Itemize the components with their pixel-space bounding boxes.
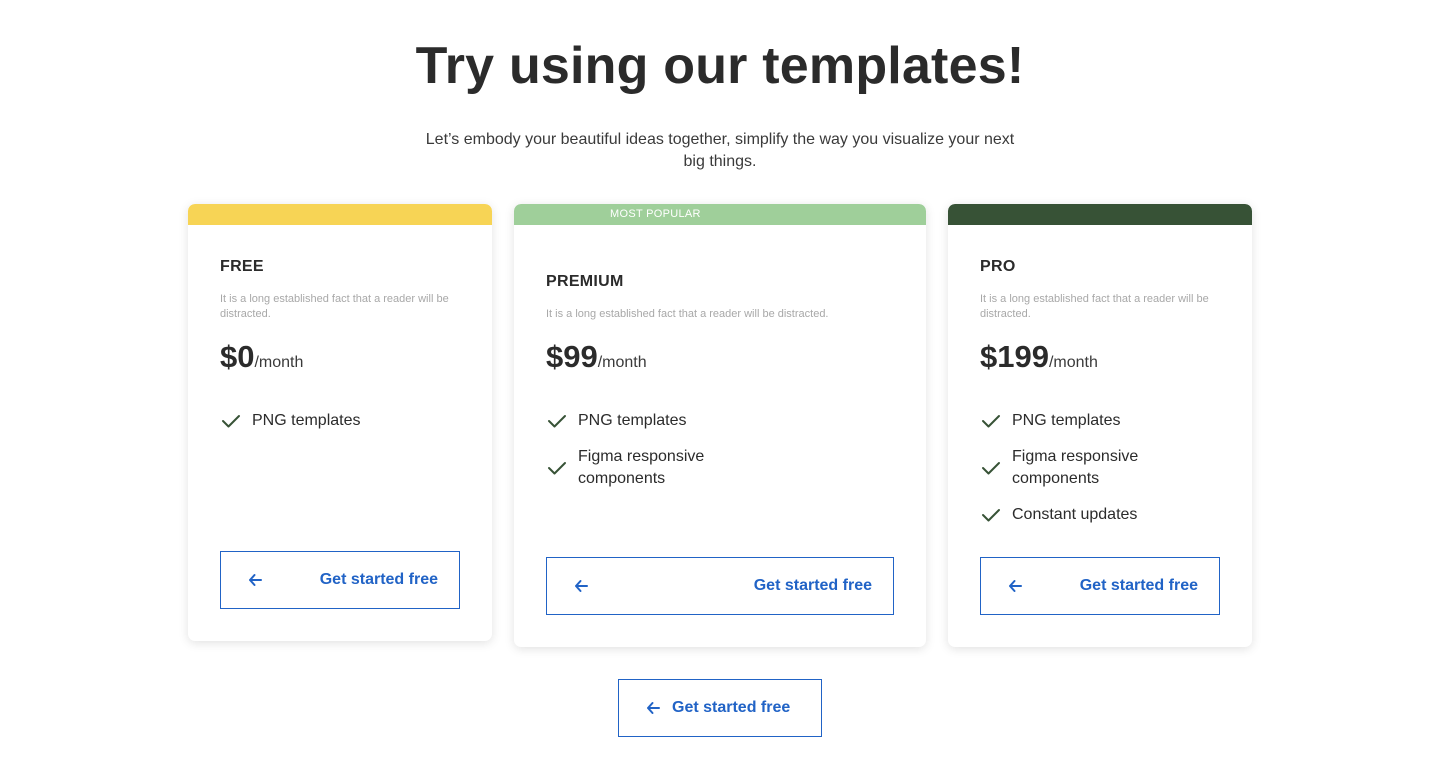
get-started-label: Get started free <box>319 571 438 588</box>
feature-label: PNG templates <box>252 412 361 429</box>
plan-band <box>948 204 1252 225</box>
price-amount: $0 <box>220 339 255 374</box>
arrow-left-icon <box>249 574 262 586</box>
price-period: /month <box>254 354 304 371</box>
page-title: Try using our templates! <box>415 37 1025 95</box>
check-icon <box>548 462 566 475</box>
plan-price: $199/month <box>980 339 1098 375</box>
pricing-page: Try using our templates! Let’s embody yo… <box>0 0 1440 771</box>
plan-name: PRO <box>980 258 1016 275</box>
get-started-button[interactable]: Get started free <box>546 557 894 615</box>
price-period: /month <box>597 354 647 371</box>
feature-item: Figma responsive components <box>546 446 746 490</box>
feature-list: PNG templates Figma responsive component… <box>980 410 1180 540</box>
feature-label: Figma responsive components <box>578 448 705 487</box>
check-icon <box>222 415 240 428</box>
plan-card-pro: PRO It is a long established fact that a… <box>948 204 1252 647</box>
plan-name: FREE <box>220 258 264 275</box>
arrow-left-icon <box>1009 580 1022 592</box>
feature-item: PNG templates <box>546 410 746 432</box>
get-started-button[interactable]: Get started free <box>980 557 1220 615</box>
page-subtitle: Let’s embody your beautiful ideas togeth… <box>425 131 1015 170</box>
arrow-left-icon <box>647 702 660 714</box>
feature-item: PNG templates <box>220 410 460 432</box>
get-started-button[interactable]: Get started free <box>220 551 460 609</box>
check-icon <box>982 509 1000 522</box>
plan-price: $99/month <box>546 339 647 375</box>
plan-price: $0/month <box>220 339 303 375</box>
feature-label: PNG templates <box>578 412 687 429</box>
plan-description: It is a long established fact that a rea… <box>980 293 1209 320</box>
check-icon <box>982 462 1000 475</box>
plan-description: It is a long established fact that a rea… <box>220 293 449 320</box>
get-started-label: Get started free <box>1079 577 1198 594</box>
feature-label: Figma responsive components <box>1012 448 1139 487</box>
bottom-get-started-button[interactable]: Get started free <box>618 679 822 737</box>
plan-card-premium: MOST POPULAR PREMIUM It is a long establ… <box>514 204 926 647</box>
most-popular-badge: MOST POPULAR <box>514 204 926 225</box>
price-amount: $99 <box>546 339 598 374</box>
price-period: /month <box>1048 354 1098 371</box>
check-icon <box>548 415 566 428</box>
plan-description: It is a long established fact that a rea… <box>546 308 829 320</box>
feature-item: Constant updates <box>980 504 1180 526</box>
get-started-label: Get started free <box>753 577 872 594</box>
feature-item: PNG templates <box>980 410 1180 432</box>
get-started-label: Get started free <box>672 699 791 716</box>
price-amount: $199 <box>980 339 1049 374</box>
arrow-left-icon <box>575 580 588 592</box>
feature-item: Figma responsive components <box>980 446 1180 490</box>
check-icon <box>982 415 1000 428</box>
plan-name: PREMIUM <box>546 273 624 290</box>
plan-band <box>188 204 492 225</box>
plan-card-free: FREE It is a long established fact that … <box>188 204 492 641</box>
feature-label: Constant updates <box>1012 506 1138 523</box>
feature-list: PNG templates Figma responsive component… <box>546 410 746 504</box>
feature-label: PNG templates <box>1012 412 1121 429</box>
feature-list: PNG templates <box>220 410 460 446</box>
